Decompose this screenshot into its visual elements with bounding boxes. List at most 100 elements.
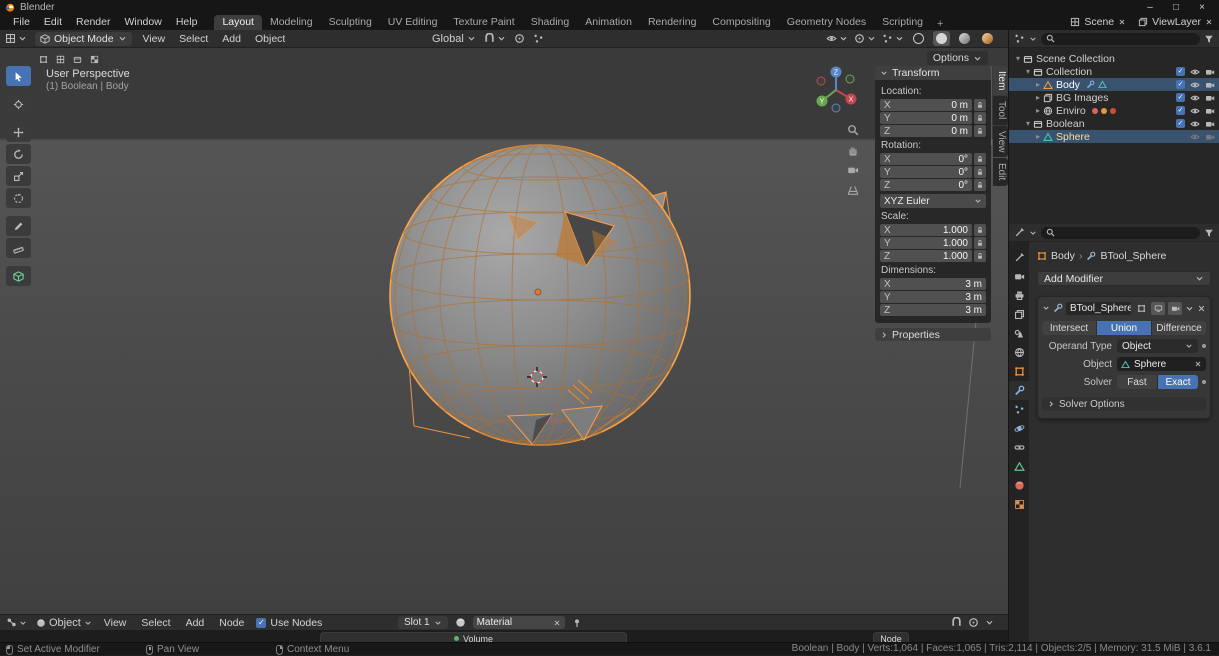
properties-tab-world[interactable] [1009,343,1029,362]
camera-visibility-icon[interactable] [1205,93,1215,103]
expander-icon[interactable]: ▾ [1023,119,1033,128]
animate-dot-icon[interactable] [1202,344,1206,348]
outliner-item-label[interactable]: Scene Collection [1036,53,1115,65]
camera-view-icon[interactable] [845,162,861,178]
menu-file[interactable]: File [6,16,37,28]
material-id-field[interactable]: Material [473,616,565,629]
breadcrumb-object[interactable]: Body [1051,250,1075,262]
rotation-mode-dropdown[interactable]: XYZ Euler [880,194,986,208]
gizmo-negx-ball[interactable] [817,77,825,85]
operand-type-dropdown[interactable]: Object [1117,339,1198,353]
shader-editor-type-button[interactable] [6,617,27,628]
viewport-3d[interactable]: User Perspective (1) Boolean | Body Opti… [0,48,1008,614]
properties-panel-header[interactable]: Properties [875,328,991,341]
annotate-tool-button[interactable] [6,216,31,236]
lock-icon[interactable] [974,166,986,178]
lock-icon[interactable] [974,250,986,262]
close-button[interactable]: × [1189,1,1215,14]
outliner-row-enviro[interactable]: ▸ Enviro ✓ [1009,104,1219,117]
filter-icon[interactable] [1204,228,1214,238]
properties-tab-constraints[interactable] [1009,438,1029,457]
menu-window[interactable]: Window [117,16,168,28]
camera-visibility-icon[interactable] [1205,119,1215,129]
shading-solid-button[interactable] [933,31,950,46]
realtime-display-toggle[interactable] [1151,302,1165,315]
unlink-scene-icon[interactable] [1118,18,1126,26]
shader-menu-select[interactable]: Select [138,617,173,629]
workspace-tab-modeling[interactable]: Modeling [262,15,321,30]
shader-type-dropdown[interactable]: Object [36,617,92,629]
menu-render[interactable]: Render [69,16,117,28]
workspace-tab-texturepaint[interactable]: Texture Paint [445,15,522,30]
workspace-tab-geometrynodes[interactable]: Geometry Nodes [779,15,874,30]
gizmo-negz-ball[interactable] [832,104,840,112]
expander-icon[interactable]: ▸ [1033,106,1043,115]
properties-tab-texture[interactable] [1009,495,1029,514]
overlays-icon[interactable] [968,617,979,628]
solver-exact-button[interactable]: Exact [1158,375,1198,389]
measure-tool-button[interactable] [6,238,31,258]
n-tab-edit[interactable]: Edit [993,158,1008,185]
shading-wireframe-button[interactable] [910,31,927,46]
solver-options-subpanel[interactable]: Solver Options [1042,397,1206,411]
render-display-toggle[interactable] [1168,302,1182,315]
outliner-row-boolean[interactable]: ▾ Boolean ✓ [1009,117,1219,130]
workspace-tab-rendering[interactable]: Rendering [640,15,704,30]
eye-icon[interactable] [1190,93,1200,103]
outliner-item-label[interactable]: BG Images [1056,92,1109,104]
pin-icon[interactable] [572,618,582,628]
expander-icon[interactable]: ▸ [1033,80,1043,89]
viewport-menu-add[interactable]: Add [219,33,244,45]
properties-tab-particles[interactable] [1009,400,1029,419]
solver-fast-button[interactable]: Fast [1117,375,1157,389]
outliner-row-body[interactable]: ▸ Body ✓ [1009,78,1219,91]
properties-tab-material[interactable] [1009,476,1029,495]
editor-type-button[interactable] [5,33,27,44]
modifier-name-field[interactable]: BTool_Sphere [1066,302,1131,315]
intersect-button[interactable]: Intersect [1042,321,1096,335]
outliner-row-bg-images[interactable]: ▸ BG Images ✓ [1009,91,1219,104]
union-button[interactable]: Union [1097,321,1151,335]
workspace-tab-animation[interactable]: Animation [577,15,640,30]
dimensions-x-field[interactable]: X3 m [880,278,986,290]
menu-help[interactable]: Help [169,16,205,28]
outliner-item-label[interactable]: Body [1056,79,1080,91]
scale-tool-button[interactable] [6,166,31,186]
workspace-tab-compositing[interactable]: Compositing [704,15,778,30]
viewport-menu-object[interactable]: Object [252,33,288,45]
chevron-down-icon[interactable] [1042,304,1050,312]
properties-search-input[interactable] [1041,227,1200,239]
outliner-item-label[interactable]: Sphere [1056,131,1090,143]
shader-menu-view[interactable]: View [101,617,130,629]
shading-material-button[interactable] [956,31,973,46]
animate-dot-icon[interactable] [1202,380,1206,384]
checkbox-icon[interactable]: ✓ [1176,67,1185,76]
dimensions-y-field[interactable]: Y3 m [880,291,986,303]
checkbox-icon[interactable]: ✓ [1176,106,1185,115]
gizmos-dropdown[interactable] [854,33,876,44]
select-mode-invert-icon[interactable] [87,52,102,66]
properties-tab-data[interactable] [1009,457,1029,476]
properties-tab-physics[interactable] [1009,419,1029,438]
transform-tool-button[interactable] [6,188,31,208]
pivot-point-icon[interactable] [533,33,544,44]
outliner-row-sphere[interactable]: ▸ Sphere [1009,130,1219,143]
workspace-tab-uvediting[interactable]: UV Editing [380,15,446,30]
add-modifier-button[interactable]: Add Modifier [1037,271,1211,286]
outliner-item-label[interactable]: Enviro [1056,105,1086,117]
add-workspace-button[interactable]: + [931,18,949,30]
outliner-row-scene-collection[interactable]: ▾ Scene Collection [1009,52,1219,65]
outliner-item-label[interactable]: Boolean [1046,118,1085,130]
shader-sidebar-tab[interactable]: Node [873,632,909,642]
checkbox-icon[interactable]: ✓ [1176,119,1185,128]
dimensions-z-field[interactable]: Z3 m [880,304,986,316]
maximize-button[interactable]: □ [1163,1,1189,14]
workspace-tab-scripting[interactable]: Scripting [874,15,931,30]
outliner-item-label[interactable]: Collection [1046,66,1092,78]
camera-visibility-icon[interactable] [1205,80,1215,90]
sphere-object[interactable] [330,138,760,468]
overlays-dropdown[interactable] [882,33,904,44]
shader-menu-add[interactable]: Add [183,617,208,629]
shader-editor-canvas[interactable]: Volume Node [0,630,1008,642]
menu-edit[interactable]: Edit [37,16,69,28]
